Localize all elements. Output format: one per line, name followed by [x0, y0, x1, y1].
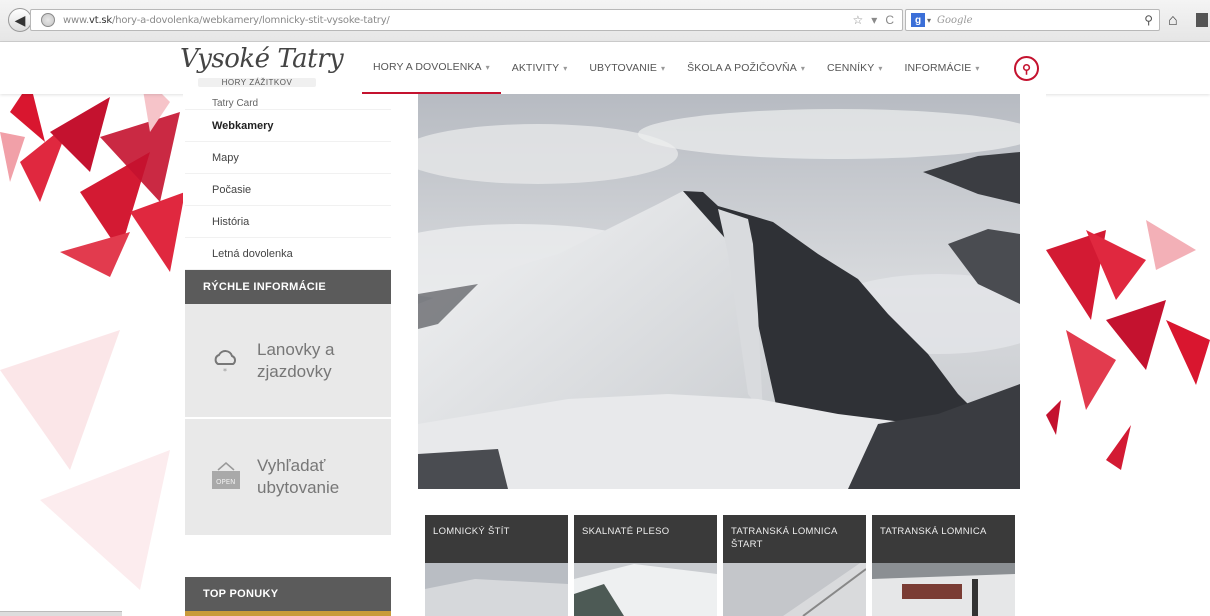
- sidebar-item-webkamery[interactable]: Webkamery: [185, 110, 391, 142]
- open-sign-icon: OPEN: [205, 460, 247, 494]
- search-bar[interactable]: g ▾ Google ⚲: [905, 9, 1160, 31]
- thumb-tatranska-lomnica[interactable]: TATRANSKÁ LOMNICA: [872, 515, 1015, 616]
- bookmark-star-icon[interactable]: ☆: [853, 13, 864, 27]
- url-text: www.vt.sk/hory-a-dovolenka/webkamery/lom…: [63, 14, 390, 26]
- search-icon: ⚲: [1022, 61, 1031, 76]
- webcam-main-image[interactable]: [418, 94, 1020, 489]
- nav-item-informacie[interactable]: INFORMÁCIE ▾: [893, 42, 990, 94]
- right-decor-shards: [1046, 220, 1210, 470]
- chevron-down-icon: ▾: [661, 63, 666, 73]
- address-bar[interactable]: www.vt.sk/hory-a-dovolenka/webkamery/lom…: [30, 9, 903, 31]
- thumb-label: SKALNATÉ PLESO: [574, 515, 717, 563]
- dropdown-arrow-icon[interactable]: ▾: [871, 13, 877, 27]
- site-logo[interactable]: Vysoké Tatry HORY ZÁŽITKOV: [180, 44, 360, 90]
- thumb-label: TATRANSKÁ LOMNICA ŠTART: [723, 515, 866, 563]
- nav-item-cenniky[interactable]: CENNÍKY ▾: [816, 42, 894, 94]
- chevron-down-icon: ▾: [975, 63, 980, 73]
- quick-accommodation-label: Vyhľadať ubytovanie: [257, 456, 340, 497]
- nav-item-hory-a-dovolenka[interactable]: HORY A DOVOLENKA ▾: [362, 42, 501, 94]
- thumb-tatranska-lomnica-start[interactable]: TATRANSKÁ LOMNICA ŠTART: [723, 515, 866, 616]
- thumb-label: TATRANSKÁ LOMNICA: [872, 515, 1015, 563]
- webcam-thumbnails: LOMNICKÝ ŠTÍT SKALNATÉ PLESO TATRANSKÁ L…: [425, 515, 1015, 616]
- thumb-skalnate-pleso[interactable]: SKALNATÉ PLESO: [574, 515, 717, 616]
- back-button[interactable]: ◀: [8, 8, 32, 32]
- chevron-down-icon: ▾: [485, 62, 490, 72]
- quick-find-accommodation[interactable]: OPEN Vyhľadať ubytovanie: [185, 419, 391, 537]
- left-decor-pale: [0, 330, 170, 590]
- sidebar-item-mapy[interactable]: Mapy: [185, 142, 391, 174]
- reload-icon[interactable]: C: [885, 13, 894, 27]
- browser-toolbar: ◀ www.vt.sk/hory-a-dovolenka/webkamery/l…: [0, 0, 1210, 42]
- magnifier-icon[interactable]: ⚲: [1144, 13, 1153, 27]
- site-header: Vysoké Tatry HORY ZÁŽITKOV HORY A DOVOLE…: [0, 42, 1210, 94]
- sidebar-item-tatry-card[interactable]: Tatry Card: [185, 94, 391, 110]
- quick-lifts-label: Lanovky a zjazdovky: [257, 339, 335, 381]
- top-offers-title: TOP PONUKY: [185, 577, 391, 611]
- search-placeholder: Google: [937, 14, 973, 26]
- quick-lifts-slopes[interactable]: * Lanovky a zjazdovky: [185, 304, 391, 419]
- back-arrow-icon: ◀: [14, 11, 26, 28]
- chevron-down-icon: ▾: [800, 63, 805, 73]
- search-engine-icon[interactable]: g: [911, 13, 925, 27]
- logo-title: Vysoké Tatry: [180, 44, 344, 74]
- chevron-down-icon: ▾: [563, 63, 568, 73]
- nav-item-ubytovanie[interactable]: UBYTOVANIE ▾: [578, 42, 676, 94]
- thumb-lomnicky-stit[interactable]: LOMNICKÝ ŠTÍT: [425, 515, 568, 616]
- logo-subtitle: HORY ZÁŽITKOV: [198, 78, 316, 87]
- nav-item-aktivity[interactable]: AKTIVITY ▾: [501, 42, 579, 94]
- svg-text:OPEN: OPEN: [216, 478, 235, 486]
- top-offers-accent: [185, 611, 391, 616]
- sidebar-item-pocasie[interactable]: Počasie: [185, 174, 391, 206]
- status-bar-stub: [0, 611, 122, 616]
- quick-info-title: RÝCHLE INFORMÁCIE: [185, 270, 391, 304]
- cloud-snow-icon: *: [205, 346, 247, 376]
- sidebar: Tatry Card Webkamery Mapy Počasie Histór…: [185, 94, 391, 537]
- chevron-down-icon: ▾: [878, 63, 883, 73]
- site-search-button[interactable]: ⚲: [1014, 56, 1039, 81]
- home-icon[interactable]: ⌂: [1168, 12, 1178, 30]
- sidebar-item-historia[interactable]: História: [185, 206, 391, 238]
- search-engine-caret-icon[interactable]: ▾: [927, 16, 931, 25]
- svg-text:*: *: [223, 367, 227, 376]
- main-nav: HORY A DOVOLENKA ▾ AKTIVITY ▾ UBYTOVANIE ▾ …: [362, 42, 991, 94]
- extension-icon[interactable]: [1196, 13, 1208, 27]
- thumb-label: LOMNICKÝ ŠTÍT: [425, 515, 568, 563]
- nav-item-skola-a-pozicovna[interactable]: ŠKOLA A POŽIČOVŇA ▾: [676, 42, 816, 94]
- site-identity-icon[interactable]: [41, 13, 55, 27]
- sidebar-item-letna-dovolenka[interactable]: Letná dovolenka: [185, 238, 391, 270]
